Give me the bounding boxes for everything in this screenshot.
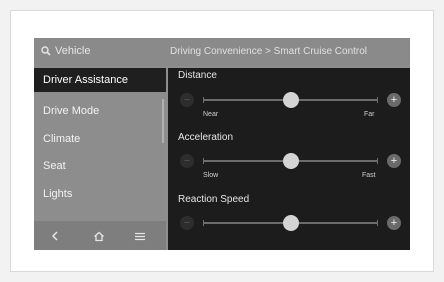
acceleration-low-label: Slow xyxy=(203,172,219,179)
top-bar: Vehicle Driving Convenience > Smart Crui… xyxy=(34,38,410,66)
search-label: Vehicle xyxy=(55,45,91,57)
sidebar-item-label: Climate xyxy=(43,133,81,145)
sidebar-item-drive-mode[interactable]: Drive Mode xyxy=(34,99,166,123)
sidebar-item-label: Drive Mode xyxy=(43,105,100,117)
reaction-speed-decrease-button[interactable]: − xyxy=(180,216,194,230)
sidebar-item-climate[interactable]: Climate xyxy=(34,127,166,151)
distance-increase-button[interactable]: + xyxy=(387,93,401,107)
reaction-speed-slider-knob[interactable] xyxy=(282,215,299,231)
sidebar-item-label: Seat xyxy=(43,160,66,172)
search-icon xyxy=(41,46,51,56)
back-icon[interactable] xyxy=(46,227,64,245)
acceleration-slider-max-tick xyxy=(377,158,378,164)
breadcrumb: Driving Convenience > Smart Cruise Contr… xyxy=(170,46,368,57)
sidebar-item-seat[interactable]: Seat xyxy=(34,154,166,178)
settings-panel: Distance − + Near Far Acceleration − + S… xyxy=(168,68,410,250)
menu-icon[interactable] xyxy=(131,227,149,245)
sidebar-item-driver-assistance[interactable]: Driver Assistance xyxy=(34,68,166,92)
distance-low-label: Near xyxy=(203,111,219,118)
sidebar-item-label: Driver Assistance xyxy=(43,74,128,86)
acceleration-decrease-button[interactable]: − xyxy=(180,154,194,168)
distance-slider-min-tick xyxy=(203,97,204,103)
reaction-speed-increase-button[interactable]: + xyxy=(387,216,401,230)
sidebar-item-lights[interactable]: Lights xyxy=(34,182,166,206)
reaction-speed-title: Reaction Speed xyxy=(178,194,250,205)
acceleration-high-label: Fast xyxy=(362,172,376,179)
distance-slider-max-tick xyxy=(377,97,378,103)
distance-slider-knob[interactable] xyxy=(282,92,299,108)
reaction-speed-slider-min-tick xyxy=(203,220,204,226)
distance-high-label: Far xyxy=(364,111,375,118)
search-button[interactable]: Vehicle xyxy=(41,45,90,57)
distance-title: Distance xyxy=(178,70,217,81)
reaction-speed-slider-max-tick xyxy=(377,220,378,226)
acceleration-slider-min-tick xyxy=(203,158,204,164)
bottom-bar xyxy=(34,221,166,250)
sidebar-item-label: Lights xyxy=(43,188,73,200)
home-icon[interactable] xyxy=(90,227,108,245)
distance-decrease-button[interactable]: − xyxy=(180,93,194,107)
acceleration-title: Acceleration xyxy=(178,132,234,143)
acceleration-increase-button[interactable]: + xyxy=(387,154,401,168)
infotainment-screen: Vehicle Driving Convenience > Smart Crui… xyxy=(34,38,410,250)
sidebar-scrollbar[interactable] xyxy=(162,99,164,143)
acceleration-slider-knob[interactable] xyxy=(282,153,299,169)
